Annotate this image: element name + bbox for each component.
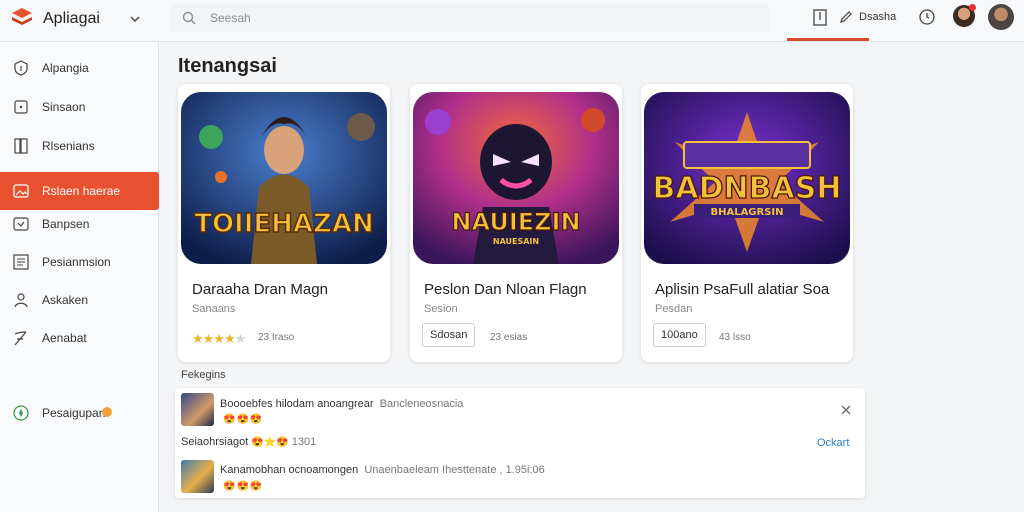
app-logo-icon[interactable] bbox=[10, 6, 34, 30]
cover-subtitle: BHALAGRSIN bbox=[710, 207, 783, 218]
clock-icon[interactable] bbox=[918, 8, 936, 26]
user-icon bbox=[14, 293, 28, 308]
game-cover-image[interactable]: NAUIEZIN NAUESAIN bbox=[413, 92, 619, 264]
game-card[interactable]: TOIIEHAZAN Daraaha Dran Magn Sanaans ★★★… bbox=[178, 84, 390, 362]
sidebar-item-rlsenians[interactable]: Rlsenians bbox=[0, 127, 159, 165]
card-title[interactable]: Peslon Dan Nloan Flagn bbox=[424, 281, 587, 298]
reaction-row: 😍⭐😍 bbox=[251, 437, 289, 448]
page-title: Itenangsai bbox=[178, 55, 277, 77]
sidebar-item-label: Rslaen haerae bbox=[42, 184, 121, 198]
search-icon bbox=[182, 11, 196, 25]
half-star-icon: ★ bbox=[223, 331, 236, 346]
post-title[interactable]: Kanamobhan ocnoamongen Unaenbaeleam Ihes… bbox=[220, 464, 545, 476]
sidebar-item-alpangia[interactable]: Alpangia bbox=[0, 49, 159, 87]
sidebar-item-label: Pesianmsion bbox=[42, 255, 111, 269]
game-card[interactable]: BADNBASH BHALAGRSIN Aplisin PsaFull alat… bbox=[641, 84, 853, 362]
active-tab-indicator bbox=[787, 38, 869, 41]
reaction-row[interactable]: 😍😍😍 bbox=[223, 481, 263, 492]
reaction-row[interactable]: 😍😍😍 bbox=[223, 414, 263, 425]
sidebar-item-label: Pesaigupan bbox=[42, 406, 106, 420]
sidebar-item-sinsaon[interactable]: Sinsaon bbox=[0, 88, 159, 126]
info-square-icon bbox=[14, 100, 28, 114]
card-title[interactable]: Aplisin PsaFull alatiar Soa bbox=[655, 281, 829, 298]
image-icon bbox=[13, 184, 29, 198]
update-link[interactable]: Ockart bbox=[817, 437, 849, 449]
sidebar-item-label: Rlsenians bbox=[42, 139, 95, 153]
card-action-button[interactable]: Sdosan bbox=[422, 323, 476, 347]
sidebar-item-label: Banpsen bbox=[42, 217, 90, 231]
pencil-icon[interactable] bbox=[839, 10, 853, 24]
sidebar-item-aenabat[interactable]: Aenabat bbox=[0, 319, 159, 357]
document-list-icon bbox=[13, 254, 29, 270]
card-action-button[interactable]: 100ano bbox=[653, 323, 706, 347]
trending-feed: Boooebfes hilodam anoangrear Bancleneosn… bbox=[175, 388, 865, 498]
card-subtitle: Sesion bbox=[424, 303, 458, 315]
close-icon[interactable] bbox=[840, 404, 852, 416]
card-subtitle: Pesdan bbox=[655, 303, 693, 315]
sidebar: Alpangia Sinsaon Rlsenians Rslaen haerae… bbox=[0, 42, 159, 512]
sidebar-item-pesaigupan[interactable]: Pesaigupan bbox=[0, 394, 159, 432]
cover-subtitle: NAUESAIN bbox=[493, 237, 539, 246]
search-input[interactable] bbox=[210, 8, 750, 28]
sidebar-item-pesianmsion[interactable]: Pesianmsion bbox=[0, 243, 159, 281]
book-icon bbox=[14, 138, 28, 154]
status-badge bbox=[102, 407, 112, 417]
post-thumbnail[interactable] bbox=[181, 460, 214, 493]
sidebar-item-label: Sinsaon bbox=[42, 100, 86, 114]
sidebar-item-askaken[interactable]: Askaken bbox=[0, 281, 159, 319]
clipboard-icon[interactable] bbox=[812, 8, 828, 26]
post-title[interactable]: Seiaohrsiagot 😍⭐😍 1301 bbox=[181, 436, 316, 448]
empty-star-icon: ★ bbox=[234, 331, 247, 346]
sidebar-item-label: Askaken bbox=[42, 293, 89, 307]
rating-count: 43 lsso bbox=[719, 332, 751, 343]
sidebar-item-label: Aenabat bbox=[42, 331, 87, 345]
compass-icon bbox=[13, 405, 29, 421]
search-box[interactable] bbox=[170, 4, 770, 32]
card-title[interactable]: Daraaha Dran Magn bbox=[192, 281, 328, 298]
cover-title: NAUIEZIN bbox=[451, 208, 580, 236]
notification-dot bbox=[969, 4, 976, 11]
post-thumbnail[interactable] bbox=[181, 393, 214, 426]
feather-icon bbox=[14, 331, 27, 346]
toolbar-action-label[interactable]: Dsasha bbox=[859, 11, 896, 23]
rating-count: 23 Iraso bbox=[258, 332, 295, 343]
app-name: Apliagai bbox=[43, 10, 100, 27]
user-avatar[interactable] bbox=[988, 4, 1014, 30]
card-subtitle: Sanaans bbox=[192, 303, 236, 315]
section-label: Fekegins bbox=[181, 369, 226, 381]
chevron-down-icon[interactable] bbox=[128, 12, 142, 26]
rating-count: 23 esias bbox=[490, 332, 528, 343]
game-card[interactable]: NAUIEZIN NAUESAIN Peslon Dan Nloan Flagn… bbox=[410, 84, 622, 362]
post-title[interactable]: Boooebfes hilodam anoangrear Bancleneosn… bbox=[220, 398, 463, 410]
cover-title: TOIIEHAZAN bbox=[194, 209, 374, 239]
info-shield-icon bbox=[14, 60, 28, 76]
star-rating: ★★★★★ bbox=[192, 331, 247, 346]
sidebar-item-label: Alpangia bbox=[42, 61, 89, 75]
top-bar: Apliagai Dsasha bbox=[0, 0, 1024, 42]
sidebar-item-banpsen[interactable]: Banpsen bbox=[0, 205, 159, 243]
game-cover-image[interactable]: BADNBASH BHALAGRSIN bbox=[644, 92, 850, 264]
cover-title: BADNBASH bbox=[653, 171, 842, 206]
game-cover-image[interactable]: TOIIEHAZAN bbox=[181, 92, 387, 264]
message-square-icon bbox=[13, 217, 29, 231]
